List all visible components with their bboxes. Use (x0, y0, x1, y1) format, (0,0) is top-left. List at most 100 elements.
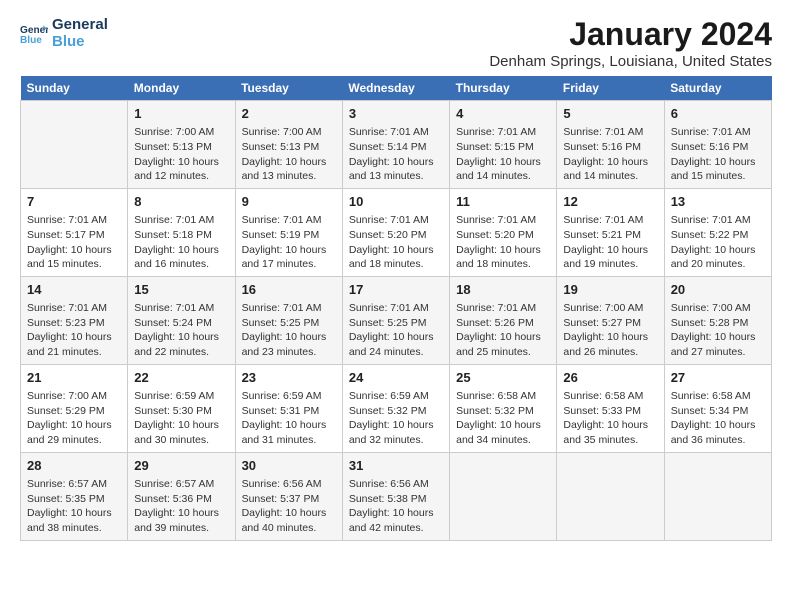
page-header: General Blue General Blue January 2024 D… (20, 16, 772, 70)
day-number: 17 (349, 281, 443, 299)
week-row-5: 28 Sunrise: 6:57 AMSunset: 5:35 PMDayligh… (21, 452, 772, 540)
calendar-cell: 26Sunrise: 6:58 AMSunset: 5:33 PMDayligh… (557, 364, 664, 452)
calendar-cell (664, 452, 771, 540)
day-info: Sunrise: 6:59 AMSunset: 5:30 PMDaylight:… (134, 389, 228, 448)
day-number: 7 (27, 193, 121, 211)
day-number: 5 (563, 105, 657, 123)
day-info: Sunrise: 7:01 AMSunset: 5:23 PMDaylight:… (27, 301, 121, 360)
logo-text-general: General (52, 16, 108, 33)
day-info: Sunrise: 7:00 AMSunset: 5:28 PMDaylight:… (671, 301, 765, 360)
day-number: 6 (671, 105, 765, 123)
calendar-cell: 13 Sunrise: 7:01 AMSunset: 5:22 PMDayligh… (664, 188, 771, 276)
day-number: 9 (242, 193, 336, 211)
day-number: 2 (242, 105, 336, 123)
calendar-cell: 4 Sunrise: 7:01 AMSunset: 5:15 PMDaylight… (450, 101, 557, 189)
day-info: Sunrise: 7:01 AMSunset: 5:18 PMDaylight:… (134, 213, 228, 272)
day-number: 3 (349, 105, 443, 123)
calendar-cell: 28 Sunrise: 6:57 AMSunset: 5:35 PMDayligh… (21, 452, 128, 540)
day-info: Sunrise: 7:00 AMSunset: 5:29 PMDaylight:… (27, 389, 121, 448)
calendar-cell: 5 Sunrise: 7:01 AMSunset: 5:16 PMDaylight… (557, 101, 664, 189)
calendar-cell: 21 Sunrise: 7:00 AMSunset: 5:29 PMDayligh… (21, 364, 128, 452)
col-header-friday: Friday (557, 76, 664, 101)
week-row-2: 7 Sunrise: 7:01 AMSunset: 5:17 PMDaylight… (21, 188, 772, 276)
col-header-monday: Monday (128, 76, 235, 101)
day-info: Sunrise: 7:01 AMSunset: 5:16 PMDaylight:… (563, 125, 657, 184)
day-number: 1 (134, 105, 228, 123)
day-info: Sunrise: 7:00 AMSunset: 5:13 PMDaylight:… (242, 125, 336, 184)
day-number: 16 (242, 281, 336, 299)
col-header-tuesday: Tuesday (235, 76, 342, 101)
calendar-cell: 7 Sunrise: 7:01 AMSunset: 5:17 PMDaylight… (21, 188, 128, 276)
day-number: 15 (134, 281, 228, 299)
week-row-4: 21 Sunrise: 7:00 AMSunset: 5:29 PMDayligh… (21, 364, 772, 452)
col-header-sunday: Sunday (21, 76, 128, 101)
logo-text-blue: Blue (52, 33, 108, 50)
day-number: 27 (671, 369, 765, 387)
day-number: 11 (456, 193, 550, 211)
calendar-cell: 12Sunrise: 7:01 AMSunset: 5:21 PMDayligh… (557, 188, 664, 276)
logo: General Blue General Blue (20, 16, 108, 51)
calendar-cell (557, 452, 664, 540)
day-info: Sunrise: 6:57 AMSunset: 5:35 PMDaylight:… (27, 477, 121, 536)
svg-text:Blue: Blue (20, 35, 42, 46)
day-number: 20 (671, 281, 765, 299)
calendar-cell: 8Sunrise: 7:01 AMSunset: 5:18 PMDaylight… (128, 188, 235, 276)
day-number: 30 (242, 457, 336, 475)
location-title: Denham Springs, Louisiana, United States (489, 53, 772, 70)
calendar-cell (450, 452, 557, 540)
calendar-cell: 6Sunrise: 7:01 AMSunset: 5:16 PMDaylight… (664, 101, 771, 189)
calendar-cell: 24Sunrise: 6:59 AMSunset: 5:32 PMDayligh… (342, 364, 449, 452)
day-number: 24 (349, 369, 443, 387)
day-info: Sunrise: 7:01 AMSunset: 5:19 PMDaylight:… (242, 213, 336, 272)
day-info: Sunrise: 6:58 AMSunset: 5:34 PMDaylight:… (671, 389, 765, 448)
day-info: Sunrise: 7:00 AMSunset: 5:27 PMDaylight:… (563, 301, 657, 360)
calendar-cell: 1 Sunrise: 7:00 AMSunset: 5:13 PMDaylight… (128, 101, 235, 189)
calendar-cell: 10Sunrise: 7:01 AMSunset: 5:20 PMDayligh… (342, 188, 449, 276)
calendar-cell: 20 Sunrise: 7:00 AMSunset: 5:28 PMDayligh… (664, 276, 771, 364)
calendar-cell: 27 Sunrise: 6:58 AMSunset: 5:34 PMDayligh… (664, 364, 771, 452)
day-number: 23 (242, 369, 336, 387)
day-number: 29 (134, 457, 228, 475)
day-info: Sunrise: 6:57 AMSunset: 5:36 PMDaylight:… (134, 477, 228, 536)
day-info: Sunrise: 7:01 AMSunset: 5:20 PMDaylight:… (349, 213, 443, 272)
day-number: 31 (349, 457, 443, 475)
day-info: Sunrise: 6:58 AMSunset: 5:32 PMDaylight:… (456, 389, 550, 448)
day-info: Sunrise: 7:01 AMSunset: 5:22 PMDaylight:… (671, 213, 765, 272)
calendar-cell: 9 Sunrise: 7:01 AMSunset: 5:19 PMDaylight… (235, 188, 342, 276)
day-info: Sunrise: 6:56 AMSunset: 5:38 PMDaylight:… (349, 477, 443, 536)
calendar-cell: 3 Sunrise: 7:01 AMSunset: 5:14 PMDaylight… (342, 101, 449, 189)
day-number: 25 (456, 369, 550, 387)
day-info: Sunrise: 7:01 AMSunset: 5:17 PMDaylight:… (27, 213, 121, 272)
day-number: 28 (27, 457, 121, 475)
day-number: 21 (27, 369, 121, 387)
day-info: Sunrise: 7:01 AMSunset: 5:15 PMDaylight:… (456, 125, 550, 184)
day-info: Sunrise: 7:00 AMSunset: 5:13 PMDaylight:… (134, 125, 228, 184)
calendar-cell: 11Sunrise: 7:01 AMSunset: 5:20 PMDayligh… (450, 188, 557, 276)
day-info: Sunrise: 6:56 AMSunset: 5:37 PMDaylight:… (242, 477, 336, 536)
calendar-cell: 14 Sunrise: 7:01 AMSunset: 5:23 PMDayligh… (21, 276, 128, 364)
day-info: Sunrise: 6:58 AMSunset: 5:33 PMDaylight:… (563, 389, 657, 448)
calendar-cell: 23 Sunrise: 6:59 AMSunset: 5:31 PMDayligh… (235, 364, 342, 452)
day-info: Sunrise: 7:01 AMSunset: 5:21 PMDaylight:… (563, 213, 657, 272)
day-info: Sunrise: 7:01 AMSunset: 5:14 PMDaylight:… (349, 125, 443, 184)
calendar-cell: 22Sunrise: 6:59 AMSunset: 5:30 PMDayligh… (128, 364, 235, 452)
day-number: 13 (671, 193, 765, 211)
day-number: 4 (456, 105, 550, 123)
calendar-cell: 29 Sunrise: 6:57 AMSunset: 5:36 PMDayligh… (128, 452, 235, 540)
calendar-cell: 18Sunrise: 7:01 AMSunset: 5:26 PMDayligh… (450, 276, 557, 364)
header-row: SundayMondayTuesdayWednesdayThursdayFrid… (21, 76, 772, 101)
week-row-1: 1 Sunrise: 7:00 AMSunset: 5:13 PMDaylight… (21, 101, 772, 189)
calendar-table: SundayMondayTuesdayWednesdayThursdayFrid… (20, 76, 772, 541)
calendar-cell: 30 Sunrise: 6:56 AMSunset: 5:37 PMDayligh… (235, 452, 342, 540)
title-block: January 2024 Denham Springs, Louisiana, … (489, 16, 772, 70)
day-number: 14 (27, 281, 121, 299)
day-info: Sunrise: 7:01 AMSunset: 5:24 PMDaylight:… (134, 301, 228, 360)
month-title: January 2024 (489, 16, 772, 53)
calendar-cell: 31 Sunrise: 6:56 AMSunset: 5:38 PMDayligh… (342, 452, 449, 540)
calendar-cell: 19Sunrise: 7:00 AMSunset: 5:27 PMDayligh… (557, 276, 664, 364)
col-header-thursday: Thursday (450, 76, 557, 101)
calendar-cell: 25 Sunrise: 6:58 AMSunset: 5:32 PMDayligh… (450, 364, 557, 452)
day-info: Sunrise: 6:59 AMSunset: 5:31 PMDaylight:… (242, 389, 336, 448)
calendar-cell: 16Sunrise: 7:01 AMSunset: 5:25 PMDayligh… (235, 276, 342, 364)
day-info: Sunrise: 7:01 AMSunset: 5:25 PMDaylight:… (349, 301, 443, 360)
